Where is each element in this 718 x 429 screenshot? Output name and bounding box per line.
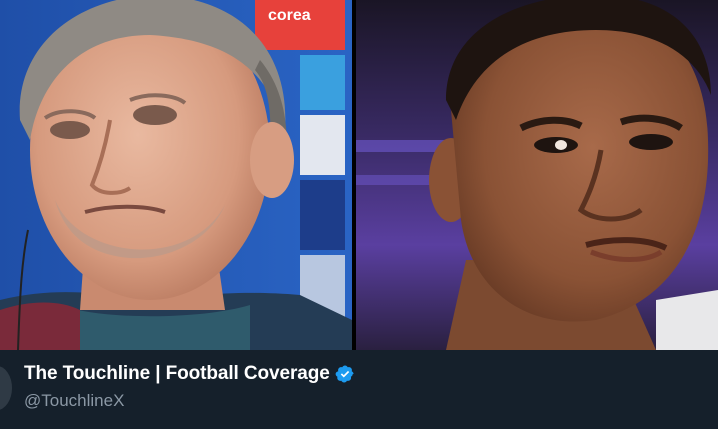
coach-photo-image: corea [0,0,352,350]
tweet-card: corea The Touchline | Football Coverage … [0,0,718,429]
player-photo-image [356,0,718,350]
verified-badge-icon [335,364,355,384]
tweet-media[interactable]: corea [0,0,718,350]
banner-text: corea [268,7,311,24]
user-handle[interactable]: @TouchlineX [24,391,124,411]
avatar[interactable] [0,366,12,410]
display-name[interactable]: The Touchline | Football Coverage [24,363,330,385]
media-photo-left[interactable]: corea [0,0,352,350]
media-photo-right[interactable] [356,0,718,350]
tweet-author-bar: The Touchline | Football Coverage @Touch… [0,350,718,429]
display-name-row[interactable]: The Touchline | Football Coverage [24,362,355,386]
